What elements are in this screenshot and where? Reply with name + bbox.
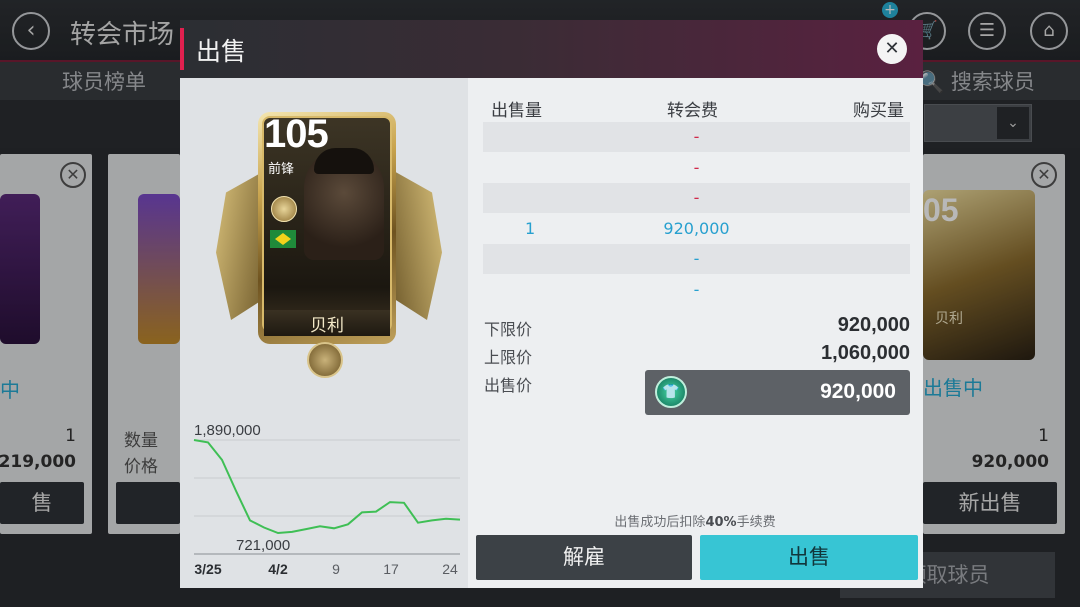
x-tick-label: 4/2: [268, 561, 288, 577]
price-history-chart: 1,890,000 721,000 3/25 4/2 9 17 24: [193, 422, 461, 577]
chart-max-label: 1,890,000: [194, 422, 261, 439]
sell-button[interactable]: 出售: [700, 535, 918, 580]
lower-limit-value: 920,000: [837, 314, 910, 336]
cell-fee: -: [693, 127, 700, 146]
close-icon[interactable]: ✕: [877, 34, 907, 64]
upper-limit-label: 上限价: [484, 348, 533, 367]
cell-fee: -: [693, 249, 700, 268]
x-tick-label: 24: [442, 561, 458, 577]
cell-fee: 920,000: [663, 218, 730, 238]
chart-grid: [194, 439, 460, 555]
cell-fee: -: [693, 188, 700, 207]
chart-min-label: 721,000: [236, 537, 290, 554]
cell-fee: -: [693, 157, 700, 177]
table-row: 1 920,000: [483, 214, 910, 244]
x-tick-label: 9: [332, 561, 340, 577]
fee-note: 出售成功后扣除40%手续费: [480, 511, 910, 530]
x-tick-label: 3/25: [194, 561, 221, 577]
fee-note-suffix: 手续费: [736, 515, 776, 530]
cell-fee: -: [693, 279, 700, 299]
fee-note-prefix: 出售成功后扣除: [614, 515, 706, 530]
x-tick-label: 17: [383, 561, 399, 577]
table-row: -: [483, 244, 910, 274]
dialog-title: 出售: [196, 37, 247, 66]
col-sell-qty: 出售量: [491, 101, 542, 121]
col-buy-qty: 购买量: [853, 101, 904, 121]
sell-price-value[interactable]: 920,000: [700, 380, 896, 404]
table-row: -: [483, 122, 910, 152]
chart-x-ticks: 3/25 4/2 9 17 24: [194, 561, 458, 577]
upper-limit-value: 1,060,000: [821, 342, 910, 364]
sell-price-label: 出售价: [484, 376, 533, 395]
dismiss-button[interactable]: 解雇: [476, 535, 692, 580]
header-accent: [180, 28, 184, 70]
price-line: [193, 439, 461, 535]
table-row: -: [483, 153, 910, 183]
fee-note-pct: 40%: [705, 515, 737, 530]
col-fee: 转会费: [667, 101, 718, 121]
dialog-header: 出售 ✕: [180, 20, 923, 78]
market-table-header: 出售量 转会费 购买量: [483, 94, 910, 122]
lower-limit-label: 下限价: [484, 320, 533, 339]
table-row: -: [483, 275, 910, 305]
sell-dialog: 出售 ✕ 105 前锋 贝利 1,890,000 721,000 3/25 4/2…: [180, 20, 923, 588]
table-row: -: [483, 183, 910, 213]
jersey-coin-icon: 👕: [655, 376, 687, 408]
